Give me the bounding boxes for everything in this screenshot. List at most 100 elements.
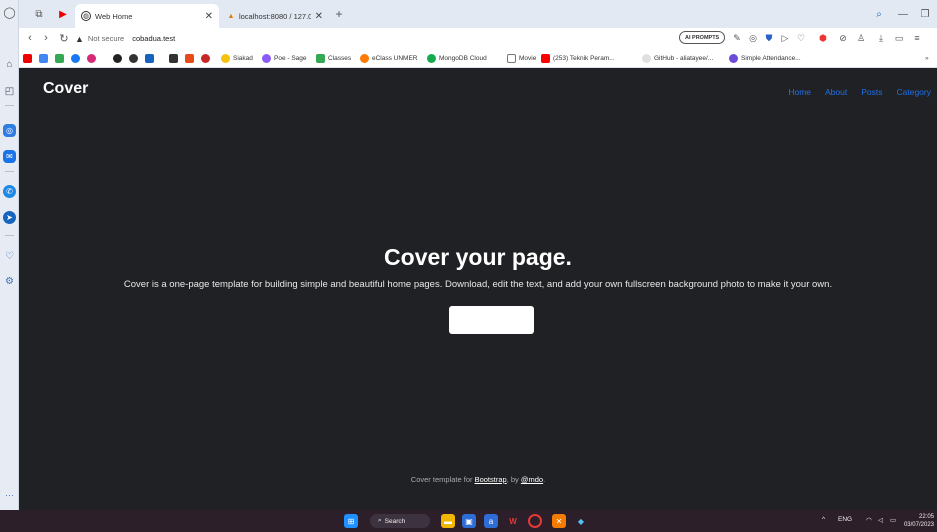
close-icon[interactable]: ✕ xyxy=(315,11,323,22)
youtube-icon xyxy=(541,54,550,63)
bookmark-icon[interactable] xyxy=(185,52,194,65)
more-icon[interactable]: ··· xyxy=(3,488,16,501)
bookmark-eclass[interactable]: eClass UNMER xyxy=(360,52,418,65)
bookmark-poe[interactable]: Poe - Sage xyxy=(262,52,307,65)
bookmark-heart-icon[interactable]: ♡ xyxy=(795,32,807,44)
file-explorer-icon[interactable]: ▬ xyxy=(441,514,455,528)
app-icon[interactable]: ◎ xyxy=(3,124,16,137)
adblock-icon[interactable]: ⬢ xyxy=(817,32,829,44)
tab-menu-icon[interactable]: ⧉ xyxy=(33,8,45,20)
aria-icon[interactable]: ◰ xyxy=(3,85,16,98)
facebook-bookmark-icon[interactable] xyxy=(71,52,80,65)
learn-more-button[interactable] xyxy=(449,306,534,334)
minimize-icon[interactable]: — xyxy=(897,8,909,20)
security-label: Not secure xyxy=(87,34,125,43)
wps-office-icon[interactable]: W xyxy=(506,514,520,528)
hero-lead: Cover is a one-page template for buildin… xyxy=(123,279,833,290)
tab-localhost[interactable]: ▲ localhost:8080 / 127.0.0.1 / ✕ xyxy=(221,4,329,28)
language-indicator[interactable]: ENG xyxy=(838,516,852,523)
battery-icon[interactable]: ▭ xyxy=(893,32,905,44)
xampp-icon[interactable]: ✕ xyxy=(552,514,566,528)
bookmark-movie[interactable]: Movie xyxy=(507,52,536,65)
back-icon[interactable]: ‹ xyxy=(23,31,37,45)
mongodb-icon xyxy=(427,54,436,63)
amazon-icon[interactable]: a xyxy=(484,514,498,528)
mdo-link[interactable]: @mdo xyxy=(521,475,543,484)
youtube-tab-icon[interactable]: ▶ xyxy=(57,8,69,20)
bookmark-attendance[interactable]: Simple Attendance... xyxy=(729,52,801,65)
bookmark-icon[interactable] xyxy=(113,52,122,65)
windows-taskbar: ⊞ ⌕ Search ▬ ▣ a W ✕ ◆ ^ ENG ◠ ◁ ▭ 22:05… xyxy=(0,510,937,532)
address-bar[interactable]: ▲ Not secure cobadua.test xyxy=(75,31,175,46)
ai-prompts-button[interactable]: AI PROMPTS xyxy=(679,31,726,44)
clock-date: 03/07/2023 xyxy=(903,522,934,528)
battery-tray-icon[interactable]: ▭ xyxy=(890,516,896,524)
whatsapp-icon[interactable]: ✆ xyxy=(3,185,16,198)
shield-icon[interactable]: ⛊ xyxy=(763,32,775,44)
youtube-bookmark-icon[interactable] xyxy=(23,52,32,65)
volume-icon[interactable]: ◁ xyxy=(878,516,883,524)
google-bookmark-icon[interactable] xyxy=(39,52,48,65)
web-page: Cover Home About Posts Category Cover yo… xyxy=(19,68,937,510)
taskbar-search[interactable]: ⌕ Search xyxy=(370,514,430,528)
tray-chevron-icon[interactable]: ^ xyxy=(822,516,825,523)
bookmark-mongodb[interactable]: MongoDB Cloud xyxy=(427,52,487,65)
wifi-icon[interactable]: ◠ xyxy=(866,516,872,524)
classes-icon xyxy=(316,54,325,63)
bookmark-icon[interactable] xyxy=(129,52,138,65)
bookmark-classes[interactable]: Classes xyxy=(316,52,351,65)
bookmark-icon[interactable] xyxy=(55,52,64,65)
bookmark-icon[interactable] xyxy=(201,52,210,65)
folder-icon xyxy=(507,54,516,63)
profile-icon[interactable]: ♙ xyxy=(855,32,867,44)
url-text[interactable]: cobadua.test xyxy=(132,34,175,43)
settings-icon[interactable]: ⚙ xyxy=(3,275,16,288)
menu-icon[interactable]: ≡ xyxy=(911,32,923,44)
store-icon[interactable]: ▣ xyxy=(462,514,476,528)
bookmark-siakad[interactable]: Siakad xyxy=(221,52,253,65)
browser-sidebar: ◯ ⌂ ◰ ◎ ✉ ✆ ➤ ♡ ⚙ ··· xyxy=(0,0,19,510)
bootstrap-link[interactable]: Bootstrap xyxy=(475,475,507,484)
send-icon[interactable]: ▷ xyxy=(779,32,791,44)
tab-web-home[interactable]: ◍ Web Home ✕ xyxy=(75,4,219,28)
phpmyadmin-icon: ▲ xyxy=(227,12,235,20)
opera-taskbar-icon[interactable] xyxy=(528,514,542,528)
opera-logo-icon[interactable]: ◯ xyxy=(3,6,16,19)
nav-home[interactable]: Home xyxy=(788,87,811,97)
messenger-icon[interactable]: ✉ xyxy=(3,150,16,163)
bookmarks-overflow-icon[interactable]: » xyxy=(925,52,929,65)
close-icon[interactable]: ✕ xyxy=(205,11,213,22)
snapshot-icon[interactable]: ◎ xyxy=(747,32,759,44)
download-icon[interactable]: ⤓ xyxy=(875,32,887,44)
new-tab-button[interactable]: + xyxy=(333,7,345,21)
forward-icon[interactable]: › xyxy=(39,31,53,45)
warning-icon: ▲ xyxy=(75,33,84,44)
heart-icon[interactable]: ♡ xyxy=(3,250,16,263)
workspaces-icon[interactable]: ⌂ xyxy=(3,58,16,71)
brand-logo[interactable]: Cover xyxy=(43,80,88,98)
tab-title: localhost:8080 / 127.0.0.1 / xyxy=(238,11,311,21)
clock[interactable]: 22:05 03/07/2023 xyxy=(904,513,934,529)
edit-icon[interactable]: ✎ xyxy=(731,32,743,44)
nav-posts[interactable]: Posts xyxy=(861,87,882,97)
nav-category[interactable]: Category xyxy=(897,87,932,97)
bookmark-youtube-video[interactable]: (253) Teknik Peram... xyxy=(541,52,615,65)
reload-icon[interactable]: ↻ xyxy=(57,31,71,45)
windows-start-icon[interactable]: ⊞ xyxy=(344,514,358,528)
bookmarks-bar: Siakad Poe - Sage Classes eClass UNMER M… xyxy=(19,49,937,68)
address-bar-row: ‹ › ↻ ▲ Not secure cobadua.test AI PROMP… xyxy=(19,28,937,49)
app-taskbar-icon[interactable]: ◆ xyxy=(574,514,588,528)
search-tabs-icon[interactable]: ⌕ xyxy=(873,8,885,20)
sidebar-divider xyxy=(5,235,14,236)
attendance-icon xyxy=(729,54,738,63)
nav-about[interactable]: About xyxy=(825,87,847,97)
bookmark-icon[interactable] xyxy=(169,52,178,65)
instagram-bookmark-icon[interactable] xyxy=(87,52,96,65)
telegram-icon[interactable]: ➤ xyxy=(3,211,16,224)
search-icon: ⌕ xyxy=(378,517,382,524)
restore-icon[interactable]: ❐ xyxy=(919,8,931,20)
bookmark-github[interactable]: GitHub - aliatayee/... xyxy=(642,52,713,65)
globe-icon: ◍ xyxy=(81,11,91,21)
bookmark-icon[interactable] xyxy=(145,52,154,65)
extension-icon[interactable]: ⊘ xyxy=(837,32,849,44)
